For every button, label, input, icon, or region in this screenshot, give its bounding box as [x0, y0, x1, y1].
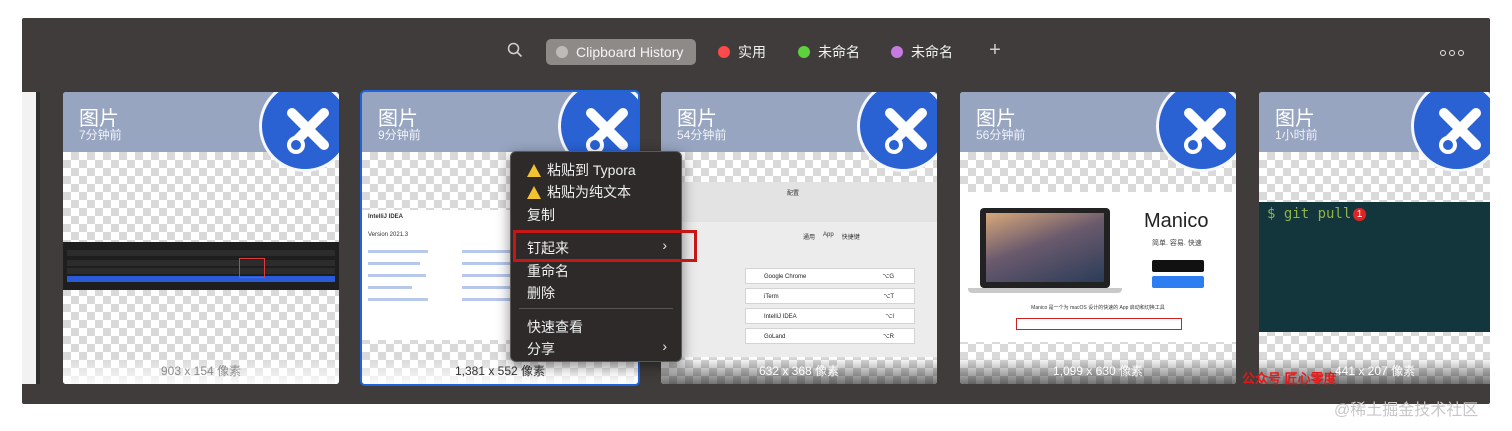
menu-separator	[519, 308, 673, 309]
clipboard-card-partial[interactable]	[22, 92, 40, 384]
annotation-badge: 1	[1353, 208, 1366, 221]
terminal-thumbnail: $ git pull 1	[1259, 202, 1490, 332]
add-tab-icon[interactable]: +	[986, 40, 1004, 60]
card-time: 7分钟前	[79, 128, 122, 142]
warning-icon	[527, 185, 541, 199]
manico-thumbnail: Manico 简单. 容易. 快速 Manico 是一个为 macOS 设计的快…	[960, 192, 1236, 342]
card-time: 9分钟前	[378, 128, 421, 142]
tab-unnamed-2[interactable]: 未命名	[891, 39, 953, 65]
chevron-right-icon: ›	[662, 338, 667, 354]
clipboard-card[interactable]: $ git pull 1 图片 1小时前 441 x 207 像素	[1259, 92, 1490, 384]
menu-item-share[interactable]: 分享	[527, 339, 667, 359]
search-icon[interactable]	[506, 41, 524, 59]
download-button	[1152, 276, 1204, 288]
card-time: 1小时前	[1275, 128, 1318, 142]
card-time: 56分钟前	[976, 128, 1026, 142]
image-size-label: 632 x 368 像素	[661, 358, 937, 384]
highlight-box	[1016, 318, 1182, 330]
activity-monitor-thumbnail	[63, 242, 339, 290]
clipboard-card[interactable]: 配置 通用 App 快捷键 Google Chrome ⌥G iTerm ⌥T In…	[661, 92, 937, 384]
clipboard-card[interactable]: Manico 简单. 容易. 快速 Manico 是一个为 macOS 设计的快…	[960, 92, 1236, 384]
clipboard-panel: Clipboard History 实用 未命名 未命名 + 图片 7分钟前 9…	[22, 18, 1490, 404]
tab-color-dot	[798, 46, 810, 58]
tab-color-dot	[891, 46, 903, 58]
tab-label: 实用	[738, 44, 766, 60]
tab-label: 未命名	[818, 44, 860, 60]
highlight-box	[239, 258, 265, 278]
tab-shiyong[interactable]: 实用	[718, 39, 766, 65]
clipboard-card[interactable]: 图片 7分钟前 903 x 154 像素	[63, 92, 339, 384]
image-size-label: 1,099 x 630 像素	[960, 358, 1236, 384]
warning-icon	[527, 163, 541, 177]
menu-item-paste-typora[interactable]: 粘贴到 Typora	[527, 160, 636, 180]
app-store-badge	[1152, 260, 1204, 272]
tab-label: 未命名	[911, 44, 953, 60]
image-size-label: 903 x 154 像素	[63, 358, 339, 384]
tab-clipboard-history[interactable]: Clipboard History	[546, 39, 696, 65]
preferences-thumbnail: 配置 通用 App 快捷键 Google Chrome ⌥G iTerm ⌥T In…	[661, 182, 937, 357]
more-options-icon[interactable]	[1440, 50, 1464, 56]
tab-unnamed-1[interactable]: 未命名	[798, 39, 860, 65]
menu-item-paste-plain[interactable]: 粘贴为纯文本	[527, 182, 631, 202]
tab-color-dot	[556, 46, 568, 58]
annotation-text: 公众号 匠心零度	[1242, 371, 1337, 386]
menu-item-copy[interactable]: 复制	[527, 205, 555, 225]
card-time: 54分钟前	[677, 128, 727, 142]
annotation-highlight-box	[513, 230, 697, 262]
tab-label: Clipboard History	[576, 44, 684, 60]
tab-color-dot	[718, 46, 730, 58]
menu-item-quick-look[interactable]: 快速查看	[527, 317, 583, 337]
watermark: @稀土掘金技术社区	[1334, 402, 1479, 419]
menu-item-rename[interactable]: 重命名	[527, 261, 569, 281]
menu-item-delete[interactable]: 删除	[527, 283, 555, 303]
